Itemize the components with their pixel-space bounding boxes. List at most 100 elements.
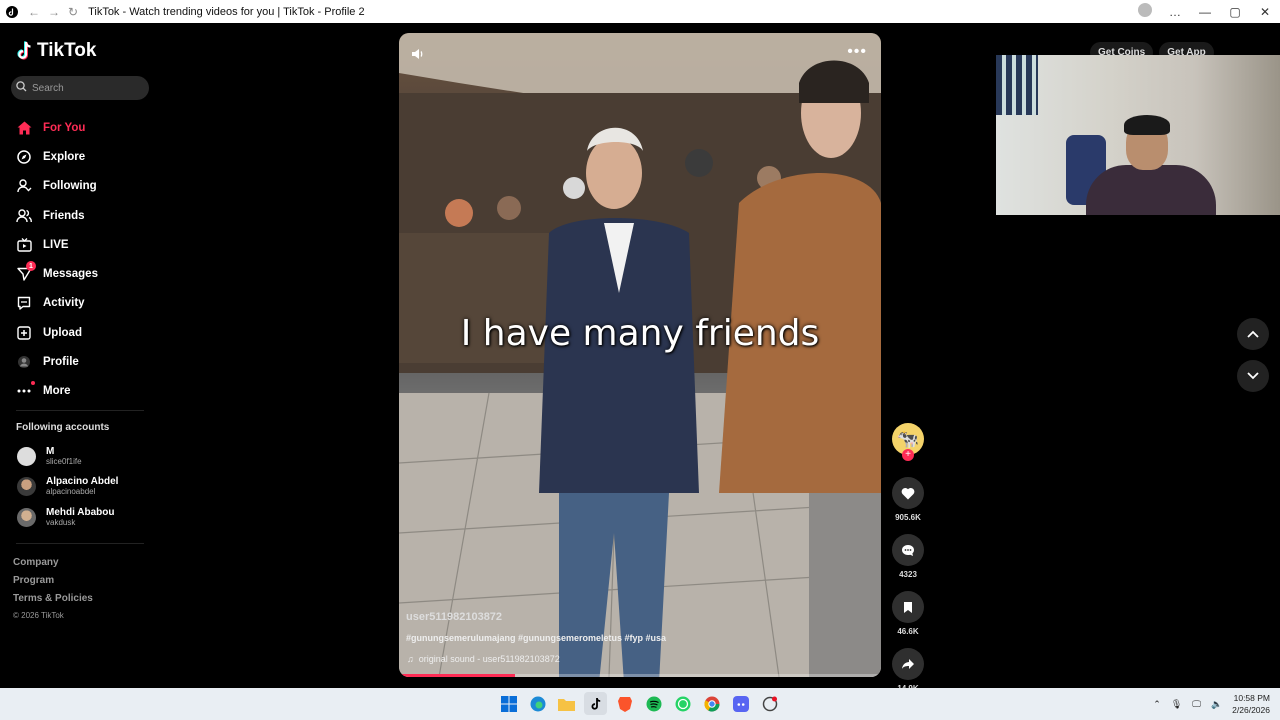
more-notification-dot (31, 381, 35, 386)
taskbar-apps (497, 692, 781, 715)
video-hashtags[interactable]: #gunungsemerulumajang #gunungsemeromelet… (406, 633, 666, 643)
heart-icon[interactable] (892, 477, 924, 509)
footer-link-program[interactable]: Program (13, 575, 93, 593)
browser-menu-button[interactable]: … (1160, 5, 1190, 19)
more-icon (16, 381, 35, 399)
avatar (17, 476, 36, 496)
chevron-down-icon (1247, 372, 1259, 380)
bookmark-icon[interactable] (892, 591, 924, 623)
recording-app-icon[interactable] (758, 692, 781, 715)
nav-label: LIVE (43, 238, 69, 251)
nav-profile[interactable]: Profile (16, 347, 98, 376)
video-progress-bar[interactable] (399, 674, 881, 677)
following-account[interactable]: Alpacino Abdel alpacinoabdel (17, 476, 118, 496)
nav-upload[interactable]: Upload (16, 318, 98, 347)
comment-action[interactable]: 4323 (890, 534, 926, 579)
account-name: Mehdi Ababou (46, 507, 115, 518)
comment-count: 4323 (899, 570, 917, 579)
search-icon (16, 79, 27, 97)
video-author[interactable]: user511982103872 (406, 611, 502, 623)
video-caption-overlay: I have many friends (460, 313, 820, 354)
tiktok-note-icon (17, 41, 31, 60)
following-account[interactable]: Mehdi Ababou vakdusk (17, 507, 115, 527)
nav-label: Friends (43, 209, 85, 222)
tiktok-logo[interactable]: TikTok (16, 40, 96, 62)
nav-explore[interactable]: Explore (16, 142, 98, 171)
clock-time: 10:58 PM (1233, 693, 1270, 703)
minimize-button[interactable]: — (1190, 5, 1220, 19)
video-player[interactable]: I have many friends ••• user511982103872… (399, 33, 881, 677)
whatsapp-icon[interactable] (671, 692, 694, 715)
chrome-icon[interactable] (700, 692, 723, 715)
spotify-icon[interactable] (642, 692, 665, 715)
system-tray: ⌃ 🎙 🖵 🔈 10:58 PM 2/26/2026 (1153, 688, 1270, 720)
display-icon[interactable]: 🖵 (1192, 699, 1201, 710)
forward-arrow-icon[interactable]: → (48, 5, 60, 19)
profile-avatar[interactable] (1130, 3, 1160, 20)
account-username: slice0f1ife (46, 457, 82, 466)
webcam-window-background (996, 55, 1038, 115)
tiktok-app-icon (4, 4, 20, 20)
home-icon (16, 120, 32, 136)
browser-title-bar: ← → ↻ TikTok - Watch trending videos for… (0, 0, 1280, 23)
nav-friends[interactable]: Friends (16, 201, 98, 230)
next-video-button[interactable] (1237, 360, 1269, 392)
messages-icon: 1 (16, 261, 36, 282)
windows-start-icon[interactable] (497, 692, 520, 715)
webcam-overlay (996, 55, 1280, 215)
back-arrow-icon[interactable]: ← (28, 5, 40, 19)
tiktok-taskbar-icon[interactable] (584, 692, 607, 715)
video-sound[interactable]: ♫ original sound - user511982103872 (407, 654, 560, 664)
search-input[interactable] (32, 82, 132, 94)
creator-avatar[interactable]: 🐄 + (892, 423, 924, 461)
nav-label: Profile (43, 356, 79, 369)
like-action[interactable]: 905.6K (890, 477, 926, 522)
edge-icon[interactable] (526, 692, 549, 715)
reload-icon[interactable]: ↻ (68, 5, 78, 19)
avatar (17, 446, 36, 466)
nav-activity[interactable]: Activity (16, 289, 98, 318)
nav-more[interactable]: More (16, 377, 98, 406)
footer-link-terms[interactable]: Terms & Policies (13, 593, 93, 611)
nav-following[interactable]: Following (16, 172, 98, 201)
close-button[interactable]: ✕ (1250, 5, 1280, 19)
sound-label: original sound - user511982103872 (418, 654, 560, 664)
previous-video-button[interactable] (1237, 318, 1269, 350)
nav-label: For You (43, 121, 86, 134)
window-title: TikTok - Watch trending videos for you |… (88, 5, 365, 18)
friends-icon (16, 208, 32, 224)
mute-icon[interactable] (411, 47, 425, 66)
comment-icon[interactable] (892, 534, 924, 566)
discord-icon[interactable] (729, 692, 752, 715)
main-nav: For You Explore Following Friends LIVE 1… (16, 113, 98, 406)
microphone-icon[interactable]: 🎙 (1171, 699, 1182, 710)
share-action[interactable]: 14.9K (890, 648, 926, 693)
account-username: alpacinoabdel (46, 487, 96, 496)
upload-icon (16, 325, 32, 341)
system-clock[interactable]: 10:58 PM 2/26/2026 (1232, 692, 1270, 716)
file-explorer-icon[interactable] (555, 692, 578, 715)
profile-icon (16, 354, 32, 370)
nav-live[interactable]: LIVE (16, 230, 98, 259)
nav-for-you[interactable]: For You (16, 113, 98, 142)
chevron-up-tray-icon[interactable]: ⌃ (1153, 699, 1161, 710)
messages-badge: 1 (26, 261, 36, 272)
nav-messages[interactable]: 1 Messages (16, 259, 98, 288)
save-action[interactable]: 46.6K (890, 591, 926, 636)
volume-icon[interactable]: 🔈 (1211, 699, 1222, 710)
avatar (17, 507, 36, 527)
sidebar-divider (16, 410, 144, 411)
windows-taskbar: ⌃ 🎙 🖵 🔈 10:58 PM 2/26/2026 (0, 688, 1280, 720)
following-account[interactable]: M slice0f1ife (17, 446, 82, 466)
brave-icon[interactable] (613, 692, 636, 715)
search-bar[interactable] (11, 76, 149, 100)
maximize-button[interactable]: ▢ (1220, 5, 1250, 19)
compass-icon (16, 149, 32, 165)
sidebar-divider (16, 543, 144, 544)
share-icon[interactable] (892, 648, 924, 680)
video-more-options-icon[interactable]: ••• (847, 43, 867, 61)
copyright: © 2026 TikTok (13, 611, 64, 620)
footer-link-company[interactable]: Company (13, 557, 93, 575)
nav-label: Activity (43, 297, 85, 310)
follow-plus-icon[interactable]: + (902, 449, 914, 461)
